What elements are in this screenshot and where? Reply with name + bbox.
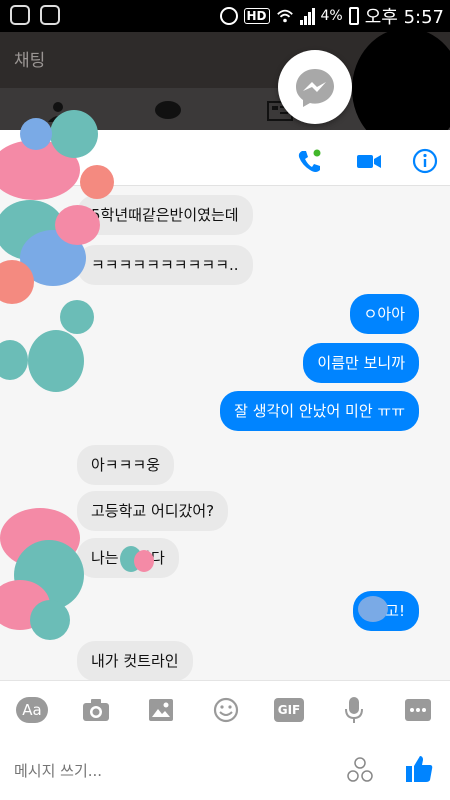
wifi-icon: [276, 9, 293, 23]
gif-icon: GIF: [274, 698, 304, 722]
gif-button[interactable]: GIF: [273, 695, 305, 725]
emoji-faces-button[interactable]: [346, 756, 374, 784]
signal-icon: [299, 7, 315, 25]
message-input[interactable]: [14, 760, 314, 782]
notification-camera-icon: [40, 5, 60, 25]
composer-toolbar: Aa GIF: [0, 680, 450, 740]
message-bubble[interactable]: 고등학교 어디갔어?: [77, 491, 229, 531]
thumbs-up-icon: [406, 756, 433, 782]
like-button[interactable]: [404, 754, 434, 784]
app-title: 채팅: [14, 51, 46, 71]
message-bubble[interactable]: 이름만 보니까: [303, 343, 419, 383]
composer: [0, 740, 450, 800]
messenger-icon: [296, 69, 334, 107]
voice-button[interactable]: [338, 695, 370, 725]
tab-chat-icon[interactable]: [154, 100, 182, 122]
battery-icon: [348, 7, 359, 25]
message-bubble[interactable]: 아ㅋㅋㅋ웅: [77, 445, 175, 485]
video-call-icon[interactable]: [356, 148, 382, 174]
emoji-button[interactable]: [210, 695, 242, 725]
gallery-button[interactable]: [145, 695, 177, 725]
info-icon[interactable]: [412, 148, 438, 174]
status-bar: HD 4% 오후 5:57: [0, 0, 450, 32]
message-bubble[interactable]: ㅋㅋㅋㅋㅋㅋㅋㅋㅋㅋ..: [77, 245, 253, 285]
message-bubble[interactable]: 5학년때같은반이였는데: [77, 195, 253, 235]
image-icon: [149, 699, 173, 721]
battery-percent: 4%: [320, 8, 343, 24]
smiley-icon: [213, 697, 239, 723]
message-bubble[interactable]: 내가 컷트라인: [77, 641, 193, 681]
more-button[interactable]: [402, 695, 434, 725]
more-icon: [405, 699, 431, 721]
message-bubble[interactable]: ㅇ아아: [349, 294, 419, 334]
text-format-icon: Aa: [16, 697, 48, 723]
camera-button[interactable]: [80, 695, 112, 725]
text-format-button[interactable]: Aa: [16, 695, 48, 725]
hd-voice-icon: HD: [243, 8, 270, 24]
messenger-chathead[interactable]: [278, 50, 352, 124]
notification-app-icon: [10, 5, 30, 25]
camera-icon: [83, 699, 109, 721]
alarm-icon: [219, 7, 238, 25]
microphone-icon: [345, 697, 363, 723]
faces-icon: [347, 757, 373, 782]
phone-call-icon[interactable]: [296, 148, 322, 174]
clock: 오후 5:57: [364, 7, 444, 28]
message-bubble[interactable]: 잘 생각이 안났어 미안 ㅠㅠ: [220, 391, 419, 431]
